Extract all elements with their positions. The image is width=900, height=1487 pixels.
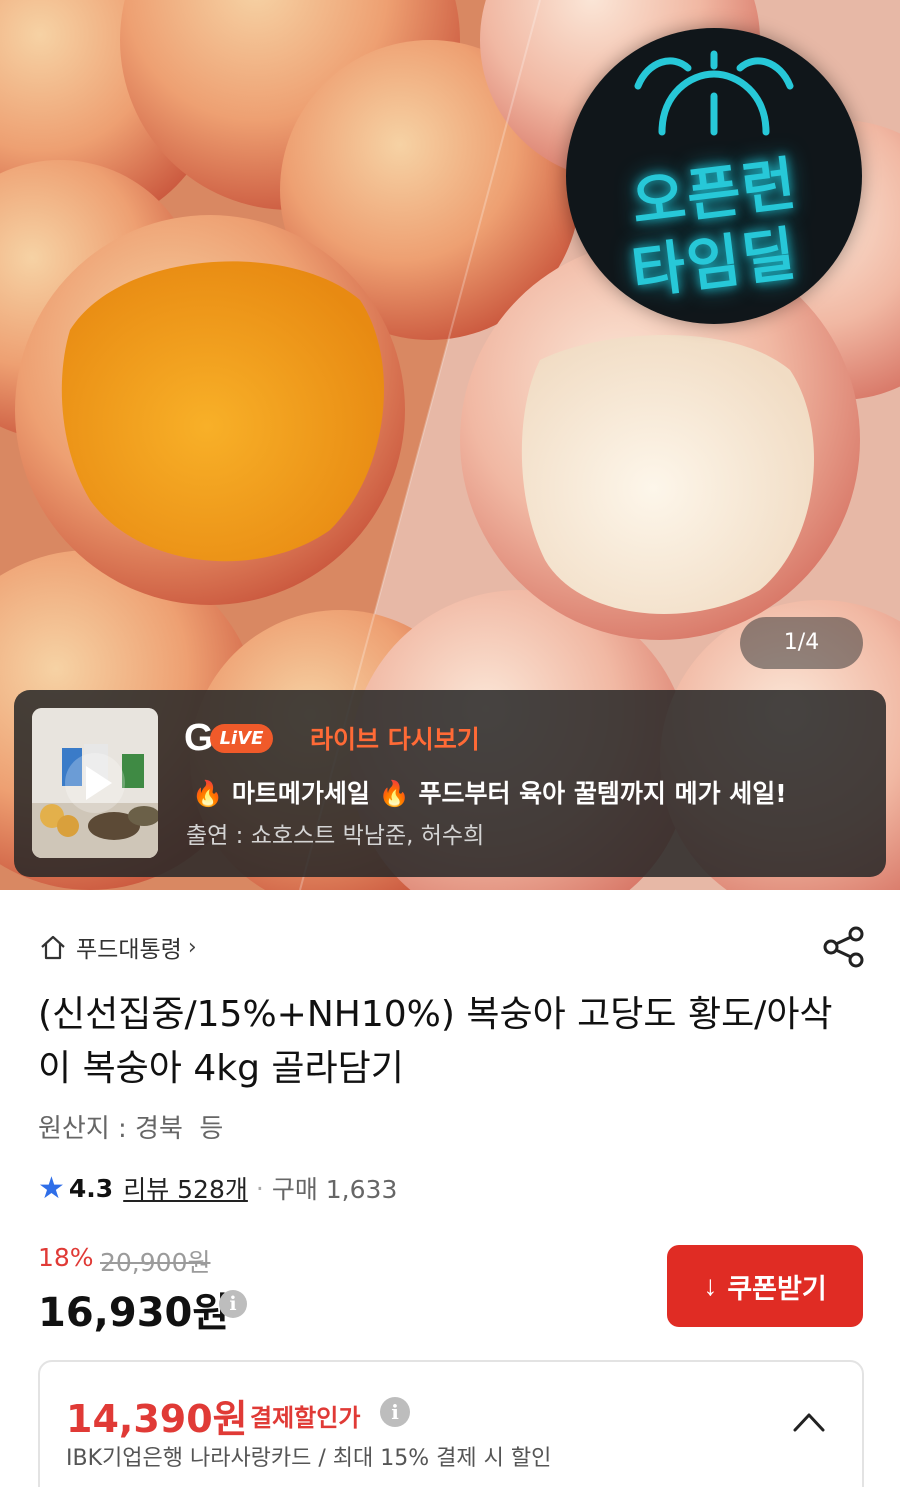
separator-dot: · <box>255 1173 264 1203</box>
purchase-count: 구매 1,633 <box>271 1175 398 1204</box>
card-discount-box[interactable]: 14,390원 결제할인가 i IBK기업은행 나라사랑카드 / 최대 15% … <box>38 1360 864 1487</box>
fire-icon: 🔥 <box>378 779 410 808</box>
play-icon[interactable] <box>65 753 125 813</box>
product-origin: 원산지 : 경북 등 <box>38 1114 224 1144</box>
g-live-logo: G LiVE <box>184 718 274 758</box>
open-run-time-deal-badge: 오픈런 타임딜 <box>566 28 862 324</box>
card-discount-price: 14,390원 <box>66 1397 248 1441</box>
alarm-clock-icon <box>634 50 794 136</box>
product-image-carousel[interactable]: 오픈런 타임딜 1/4 G LiVE 라이브 다시보기 🔥 마트메가세일 🔥 푸… <box>0 0 900 890</box>
breadcrumb[interactable]: 푸드대통령 › <box>38 930 197 964</box>
live-replay-title: 라이브 다시보기 <box>310 725 480 754</box>
fire-icon: 🔥 <box>192 779 224 808</box>
breadcrumb-label[interactable]: 푸드대통령 <box>76 930 182 964</box>
price-info-icon[interactable]: i <box>219 1290 247 1318</box>
chevron-up-icon[interactable] <box>792 1410 826 1434</box>
image-pager: 1/4 <box>740 617 863 669</box>
star-icon: ★ <box>38 1170 65 1206</box>
product-title: (신선집중/15%+NH10%) 복숭아 고당도 황도/아삭이 복숭아 4kg … <box>38 994 833 1089</box>
original-price: 20,900원 <box>100 1248 211 1277</box>
rating-score: 4.3 <box>68 1173 114 1203</box>
share-icon[interactable] <box>822 925 866 969</box>
rating-row: ★ 4.3 리뷰 528개 · 구매 1,633 <box>38 1170 397 1206</box>
coupon-button-label: 쿠폰받기 <box>727 1273 827 1304</box>
live-headline: 🔥 마트메가세일 🔥 푸드부터 육아 꿀템까지 메가 세일! <box>192 779 787 808</box>
live-cast: 출연 : 쇼호스트 박남준, 허수희 <box>186 823 485 849</box>
coupon-button[interactable]: ↓ 쿠폰받기 <box>667 1245 863 1327</box>
live-replay-banner[interactable]: G LiVE 라이브 다시보기 🔥 마트메가세일 🔥 푸드부터 육아 꿀템까지 … <box>14 690 886 877</box>
card-discount-description: IBK기업은행 나라사랑카드 / 최대 15% 결제 시 할인 <box>66 1446 552 1471</box>
card-discount-info-icon[interactable]: i <box>380 1397 410 1427</box>
home-icon <box>41 935 65 960</box>
discount-rate: 18% <box>38 1243 94 1272</box>
chevron-right-icon: › <box>187 934 197 960</box>
download-icon: ↓ <box>703 1270 718 1301</box>
live-video-thumbnail[interactable] <box>32 708 158 858</box>
sale-price: 16,930원 <box>38 1290 230 1336</box>
card-discount-label: 결제할인가 <box>250 1404 361 1432</box>
review-link[interactable]: 리뷰 528개 <box>123 1170 248 1206</box>
